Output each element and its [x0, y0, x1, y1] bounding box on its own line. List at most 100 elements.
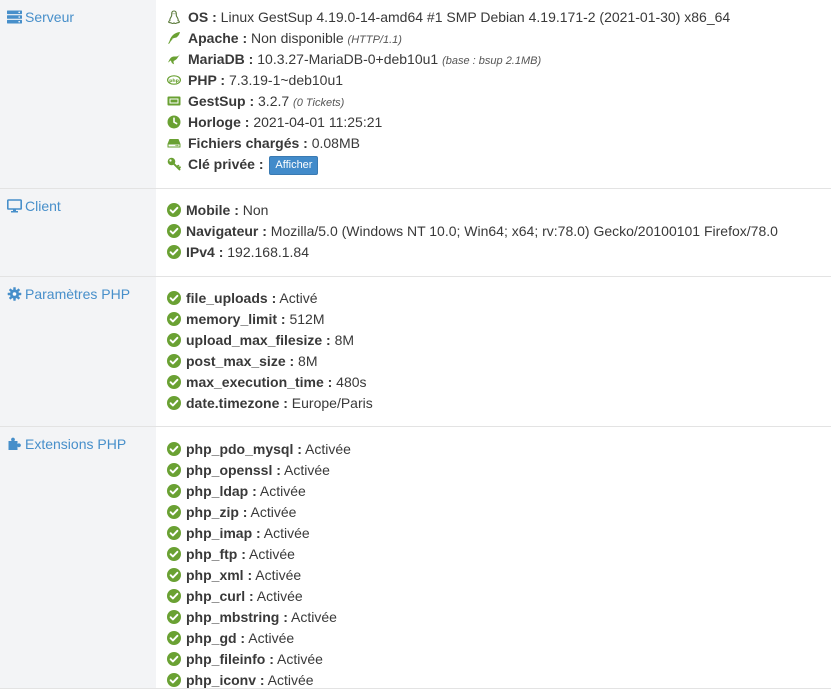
info-note: (HTTP/1.1) [347, 34, 402, 46]
info-key: Mobile : [186, 202, 239, 218]
info-value: 2021-04-01 11:25:21 [249, 114, 383, 130]
info-key: max_execution_time : [186, 374, 333, 390]
section-label-php-extensions: Extensions PHP [0, 427, 156, 688]
key-icon [167, 157, 181, 171]
info-key: php_ldap : [186, 483, 257, 499]
info-value: 10.3.27-MariaDB-0+deb10u1 [253, 51, 443, 67]
info-value: 7.3.19-1~deb10u1 [225, 72, 344, 88]
info-value: 3.2.7 [254, 93, 294, 109]
php-params-list: file_uploads : Activé memory_limit : 512M… [156, 277, 831, 426]
info-key: php_gd : [186, 630, 246, 646]
client-info-list: Mobile : Non Navigateur : Mozilla/5.0 (Wi… [156, 189, 831, 276]
server-icon [7, 10, 22, 24]
php-icon: php [167, 73, 181, 87]
clock-icon [167, 115, 181, 129]
info-row: php_ftp : Activée [167, 544, 831, 565]
svg-text:php: php [169, 78, 180, 84]
section-label-php-params: Paramètres PHP [0, 277, 156, 426]
check-circle-icon [167, 224, 181, 238]
show-private-key-button[interactable]: Afficher [269, 156, 319, 175]
info-row: php_imap : Activée [167, 523, 831, 544]
check-circle-icon [167, 505, 181, 519]
check-circle-icon [167, 291, 181, 305]
info-key: PHP : [188, 72, 226, 88]
info-value: Linux GestSup 4.19.0-14-amd64 #1 SMP Deb… [216, 9, 731, 25]
info-value: Activée [280, 462, 330, 478]
info-row: Apache : Non disponible (HTTP/1.1) [167, 28, 831, 49]
info-row: file_uploads : Activé [167, 288, 831, 309]
info-value: 0.08MB [307, 135, 360, 151]
info-key: OS : [188, 9, 217, 25]
info-row: OS : Linux GestSup 4.19.0-14-amd64 #1 SM… [167, 7, 831, 28]
info-key: Horloge : [188, 114, 250, 130]
info-value: Activée [273, 651, 323, 667]
info-value: Activée [287, 609, 337, 625]
info-key: Apache : [188, 30, 248, 46]
info-key: Clé privée : [188, 156, 264, 172]
section-client: Client Mobile : Non Navigateur : Mozilla/… [0, 189, 831, 277]
info-key: php_curl : [186, 588, 254, 604]
check-circle-icon [167, 442, 181, 456]
feather-icon [167, 31, 181, 45]
puzzle-icon [7, 437, 22, 451]
info-key: php_iconv : [186, 672, 265, 688]
check-circle-icon [167, 333, 181, 347]
info-key: php_xml : [186, 567, 253, 583]
info-note: (0 Tickets) [293, 97, 345, 109]
info-row: php_curl : Activée [167, 586, 831, 607]
info-key: php_imap : [186, 525, 261, 541]
serveur-info-list: OS : Linux GestSup 4.19.0-14-amd64 #1 SM… [156, 0, 831, 188]
check-circle-icon [167, 312, 181, 326]
section-label-serveur: Serveur [0, 0, 156, 188]
ticket-icon [167, 94, 181, 108]
info-value: Activé [276, 290, 318, 306]
info-row: php_xml : Activée [167, 565, 831, 586]
info-value: Non [238, 202, 269, 218]
info-row: Navigateur : Mozilla/5.0 (Windows NT 10.… [167, 221, 831, 242]
linux-icon [167, 10, 181, 24]
info-key: php_fileinfo : [186, 651, 274, 667]
info-row: MariaDB : 10.3.27-MariaDB-0+deb10u1 (bas… [167, 49, 831, 70]
info-row: upload_max_filesize : 8M [167, 330, 831, 351]
info-value: Activée [260, 525, 310, 541]
section-title: Extensions PHP [25, 436, 127, 452]
info-row: IPv4 : 192.168.1.84 [167, 242, 831, 263]
info-row: date.timezone : Europe/Paris [167, 393, 831, 414]
info-row: GestSup : 3.2.7 (0 Tickets) [167, 91, 831, 112]
info-value: 512M [285, 311, 325, 327]
info-row: php_mbstring : Activée [167, 607, 831, 628]
info-key: file_uploads : [186, 290, 277, 306]
info-row: memory_limit : 512M [167, 309, 831, 330]
desktop-icon [7, 199, 22, 213]
info-key: php_mbstring : [186, 609, 288, 625]
section-php-params: Paramètres PHP file_uploads : Activé memo… [0, 277, 831, 427]
info-row: php_ldap : Activée [167, 481, 831, 502]
info-value: Activée [252, 567, 302, 583]
info-key: memory_limit : [186, 311, 286, 327]
info-row: php_gd : Activée [167, 628, 831, 649]
info-row: post_max_size : 8M [167, 351, 831, 372]
check-circle-icon [167, 526, 181, 540]
section-php-extensions: Extensions PHP php_pdo_mysql : Activée ph… [0, 427, 831, 689]
info-value: Non disponible [247, 30, 348, 46]
info-row: php PHP : 7.3.19-1~deb10u1 [167, 70, 831, 91]
check-circle-icon [167, 610, 181, 624]
info-value: Activée [253, 588, 303, 604]
info-key: IPv4 : [186, 244, 224, 260]
mariadb-seal-icon [167, 52, 181, 66]
info-value: Activée [245, 546, 295, 562]
info-value: Activée [301, 441, 351, 457]
info-value: Activée [256, 483, 306, 499]
info-key: php_ftp : [186, 546, 246, 562]
info-row: Fichiers chargés : 0.08MB [167, 133, 831, 154]
info-row: Horloge : 2021-04-01 11:25:21 [167, 112, 831, 133]
info-value: 480s [332, 374, 367, 390]
check-circle-icon [167, 375, 181, 389]
info-key: MariaDB : [188, 51, 254, 67]
info-key: date.timezone : [186, 395, 288, 411]
check-circle-icon [167, 245, 181, 259]
info-value: Activée [264, 672, 314, 688]
check-circle-icon [167, 203, 181, 217]
cog-icon [7, 287, 22, 301]
info-value: 8M [294, 353, 318, 369]
